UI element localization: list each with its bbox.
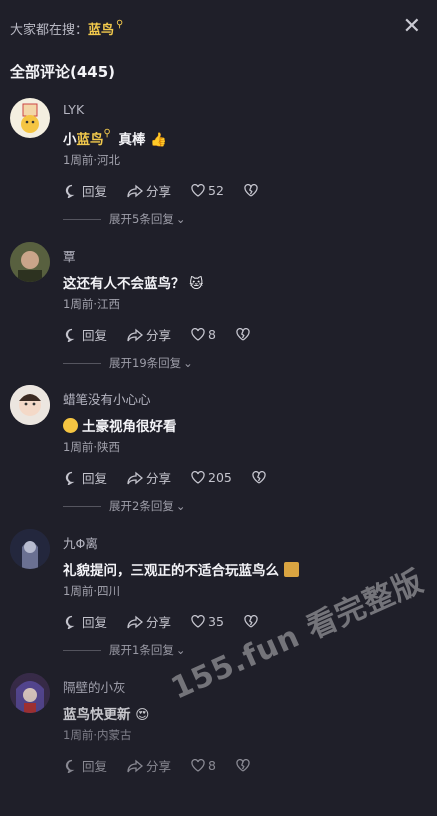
sticker-icon xyxy=(283,562,299,577)
comments-title: 全部评论(445) xyxy=(10,63,116,81)
share-button[interactable]: 分享 xyxy=(127,756,171,775)
share-icon xyxy=(127,615,144,628)
dislike-button[interactable] xyxy=(236,759,253,772)
share-button[interactable]: 分享 xyxy=(127,325,171,344)
search-keyword[interactable]: 蓝鸟 xyxy=(88,23,114,38)
reply-button[interactable]: 回复 xyxy=(65,181,107,200)
avatar[interactable] xyxy=(10,673,50,713)
heart-icon xyxy=(191,184,205,197)
comment-text: 这还有人不会蓝鸟？ 🐱 xyxy=(63,276,204,292)
comment-meta: 1周前·江西 xyxy=(63,297,120,311)
cat-face-icon: 🐱 xyxy=(189,276,204,292)
reply-button[interactable]: 回复 xyxy=(65,325,107,344)
broken-heart-icon xyxy=(236,328,250,341)
divider xyxy=(63,362,101,364)
username[interactable]: 覃 xyxy=(63,246,76,265)
like-button[interactable]: 8 xyxy=(191,327,216,342)
expand-replies[interactable]: 展开2条回复 ⌄ xyxy=(63,498,185,514)
comment-item: 隔壁的小灰 蓝鸟快更新 😍 1周前·内蒙古 回复 分享 8 xyxy=(0,673,437,816)
broken-heart-icon xyxy=(244,184,258,197)
avatar[interactable] xyxy=(10,529,50,569)
comment-actions: 回复 分享 52 xyxy=(65,181,281,200)
username[interactable]: LYK xyxy=(63,102,84,117)
username[interactable]: 九Φ离 xyxy=(63,533,98,552)
reply-icon xyxy=(65,759,75,773)
username[interactable]: 蜡笔没有小心心 xyxy=(63,389,151,408)
like-button[interactable]: 205 xyxy=(191,470,232,485)
comment-text: 小蓝鸟⚲ 真棒 👍 xyxy=(63,128,168,148)
divider xyxy=(63,649,101,651)
thumbs-up-icon: 👍 xyxy=(150,132,168,148)
close-icon[interactable]: ✕ xyxy=(403,14,421,39)
share-icon xyxy=(127,328,144,341)
comment-meta: 1周前·陕西 xyxy=(63,440,120,454)
comment-meta: 1周前·内蒙古 xyxy=(63,728,132,742)
expand-replies[interactable]: 展开5条回复 ⌄ xyxy=(63,211,185,227)
avatar[interactable] xyxy=(10,98,50,138)
reply-icon xyxy=(65,328,75,342)
face-emoji-icon xyxy=(63,418,78,433)
dislike-button[interactable] xyxy=(244,184,261,197)
keyword-link[interactable]: 蓝鸟 xyxy=(77,132,104,148)
share-icon xyxy=(127,184,144,197)
expand-replies[interactable]: 展开19条回复 ⌄ xyxy=(63,355,193,371)
comment-text: 礼貌提问，三观正的不适合玩蓝鸟么 xyxy=(63,559,303,579)
like-button[interactable]: 52 xyxy=(191,183,224,198)
reply-icon xyxy=(65,471,75,485)
search-icon: ⚲ xyxy=(103,128,111,139)
reply-icon xyxy=(65,615,75,629)
username[interactable]: 隔壁的小灰 xyxy=(63,677,126,696)
comment-item: 蜡笔没有小心心 土豪视角很好看 1周前·陕西 回复 分享 205 展开2条回复 ⌄ xyxy=(0,385,437,528)
comment-actions: 回复 分享 8 xyxy=(65,756,273,775)
chevron-down-icon: ⌄ xyxy=(175,212,186,226)
heart-icon xyxy=(191,471,205,484)
like-button[interactable]: 8 xyxy=(191,758,216,773)
reply-button[interactable]: 回复 xyxy=(65,756,107,775)
heart-icon xyxy=(191,615,205,628)
avatar[interactable] xyxy=(10,242,50,282)
chevron-down-icon: ⌄ xyxy=(183,356,193,370)
like-button[interactable]: 35 xyxy=(191,614,224,629)
comment-actions: 回复 分享 8 xyxy=(65,325,273,344)
comment-text: 土豪视角很好看 xyxy=(63,415,177,435)
comment-meta: 1周前·河北 xyxy=(63,153,120,167)
chevron-down-icon: ⌄ xyxy=(175,499,186,513)
share-button[interactable]: 分享 xyxy=(127,468,171,487)
dislike-button[interactable] xyxy=(252,471,269,484)
expand-replies[interactable]: 展开1条回复 ⌄ xyxy=(63,642,185,658)
chevron-down-icon: ⌄ xyxy=(175,643,186,657)
broken-heart-icon xyxy=(236,759,250,772)
comment-actions: 回复 分享 205 xyxy=(65,468,289,487)
search-suggestion[interactable]: 大家都在搜：蓝鸟 ⚲ xyxy=(10,19,123,38)
share-button[interactable]: 分享 xyxy=(127,181,171,200)
heart-icon xyxy=(191,328,205,341)
broken-heart-icon xyxy=(252,471,266,484)
comment-text: 蓝鸟快更新 😍 xyxy=(63,707,150,723)
divider xyxy=(63,218,101,220)
share-icon xyxy=(127,759,144,772)
reply-button[interactable]: 回复 xyxy=(65,612,107,631)
dislike-button[interactable] xyxy=(236,328,253,341)
avatar[interactable] xyxy=(10,385,50,425)
search-icon: ⚲ xyxy=(116,19,124,30)
reply-button[interactable]: 回复 xyxy=(65,468,107,487)
comment-item: LYK 小蓝鸟⚲ 真棒 👍 1周前·河北 回复 分享 52 展开5条回复 ⌄ xyxy=(0,98,437,241)
search-prefix: 大家都在搜： xyxy=(10,23,89,38)
share-icon xyxy=(127,471,144,484)
comment-item: 覃 这还有人不会蓝鸟？ 🐱 1周前·江西 回复 分享 8 展开19条回复 ⌄ xyxy=(0,242,437,385)
comment-meta: 1周前·四川 xyxy=(63,584,120,598)
heart-eyes-icon: 😍 xyxy=(135,707,150,723)
reply-icon xyxy=(65,184,75,198)
heart-icon xyxy=(191,759,205,772)
share-button[interactable]: 分享 xyxy=(127,612,171,631)
divider xyxy=(63,505,101,507)
